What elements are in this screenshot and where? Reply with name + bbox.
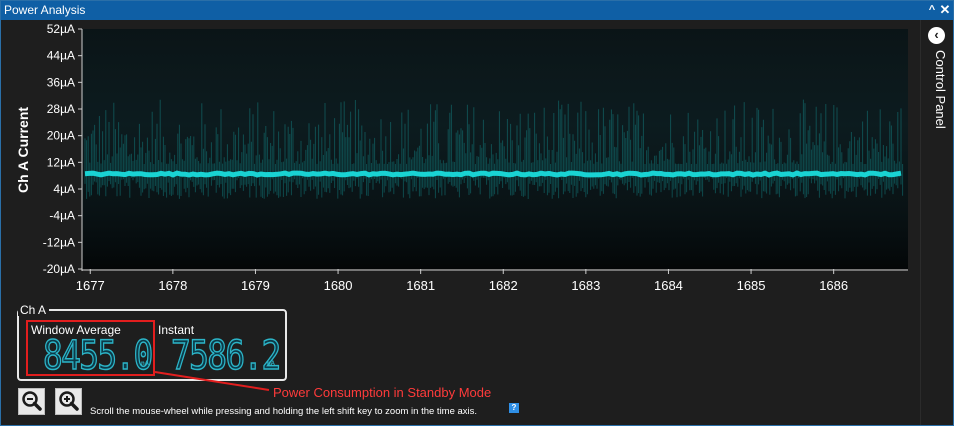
zoom-in-icon (59, 391, 79, 411)
control-panel-toggle[interactable]: ‹ Control Panel (920, 20, 953, 425)
annotation-pointer (154, 371, 270, 391)
chevron-left-icon[interactable]: ‹ (928, 27, 945, 44)
zoom-out-button[interactable] (18, 388, 45, 415)
control-panel-label: Control Panel (933, 50, 948, 129)
zoom-in-button[interactable] (55, 388, 82, 415)
window-body: 52µA 44µA 36µA 28µA 20µA 12µA 4µA -4µA -12µA -20µ… (1, 20, 953, 425)
window-title: Power Analysis (4, 3, 86, 17)
zoom-help-text: Scroll the mouse-wheel while pressing an… (90, 406, 478, 417)
title-bar: Power Analysis ^ ✕ (1, 1, 953, 20)
chevron-up-icon[interactable]: ^ (926, 1, 938, 19)
zoom-out-icon (22, 391, 42, 411)
power-analysis-window: Power Analysis ^ ✕ 52µA 44µA 36µA 28µA 20µA 1… (0, 0, 954, 426)
annotation-text: Power Consumption in Standby Mode (273, 385, 492, 400)
close-icon[interactable]: ✕ (938, 1, 952, 19)
help-icon[interactable]: ? (509, 403, 519, 413)
